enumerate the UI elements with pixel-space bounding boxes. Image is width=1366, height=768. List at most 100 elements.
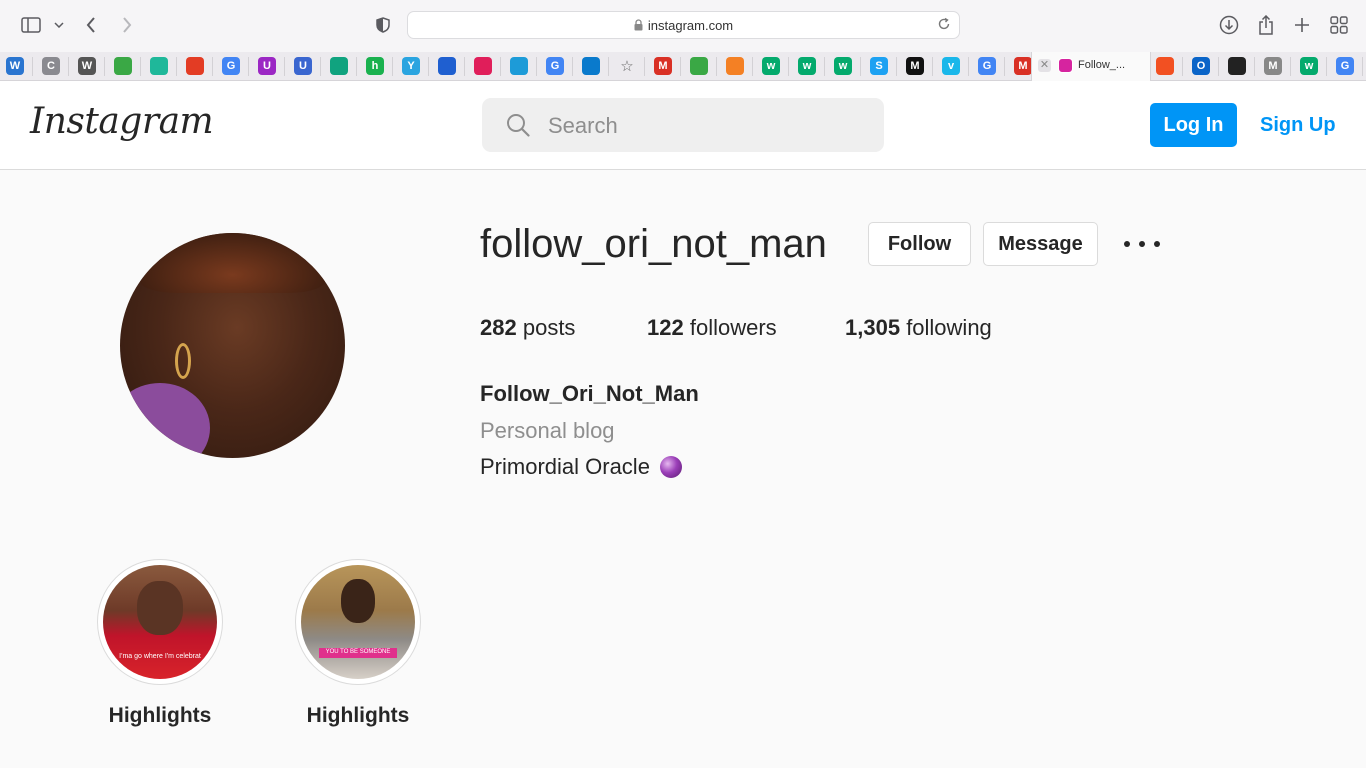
vscode-icon[interactable] [582, 57, 600, 75]
profile-avatar[interactable] [120, 233, 345, 458]
message-button[interactable]: Message [983, 222, 1098, 266]
book-icon[interactable] [690, 57, 708, 75]
slack-icon[interactable] [474, 57, 492, 75]
privacy-shield-icon[interactable] [374, 14, 392, 36]
following-count: 1,305 [845, 315, 901, 340]
avatar-shoulder [120, 383, 210, 458]
search-input[interactable]: Search [482, 98, 884, 152]
forward-icon[interactable] [118, 14, 136, 36]
close-tab-icon[interactable]: ✕ [1038, 59, 1051, 72]
favorites-separator [32, 57, 33, 76]
avatar-earring [175, 343, 191, 379]
u-square-icon[interactable]: U [294, 57, 312, 75]
google-icon[interactable]: G [1336, 57, 1354, 75]
favorites-separator [572, 57, 573, 76]
highlight-1-caption: I'ma go where I'm celebrat [119, 653, 201, 660]
highlight-2-label[interactable]: Highlights [295, 704, 421, 728]
following-stat[interactable]: 1,305 following [845, 315, 992, 341]
star-icon[interactable]: ☆ [618, 57, 636, 75]
office-icon[interactable] [186, 57, 204, 75]
active-tab-title: Follow_... [1078, 59, 1126, 71]
crystal-ball-icon [659, 456, 682, 478]
stackoverflow-icon[interactable] [726, 57, 744, 75]
share-icon[interactable] [1255, 14, 1277, 36]
follow-button[interactable]: Follow [868, 222, 971, 266]
microsoft-icon[interactable] [1156, 57, 1174, 75]
favorites-separator [1254, 57, 1255, 76]
favorites-separator [644, 57, 645, 76]
profile-username: follow_ori_not_man [480, 222, 827, 266]
w3schools-icon[interactable]: w [762, 57, 780, 75]
highlight-2[interactable]: YOU TO BE SOMEONE [295, 559, 421, 685]
favorites-separator [428, 57, 429, 76]
google-icon[interactable]: G [546, 57, 564, 75]
favorites-separator [1326, 57, 1327, 76]
favorites-separator [824, 57, 825, 76]
s-square-icon[interactable]: S [870, 57, 888, 75]
highlight-1-label[interactable]: Highlights [97, 704, 223, 728]
wordpress-icon[interactable]: W [6, 57, 24, 75]
favorites-separator [248, 57, 249, 76]
favorites-separator [104, 57, 105, 76]
favorites-separator [716, 57, 717, 76]
more-options-icon[interactable] [1124, 232, 1160, 256]
favorites-separator [896, 57, 897, 76]
profile-full-name: Follow_Ori_Not_Man [480, 381, 699, 406]
search-placeholder: Search [548, 113, 618, 138]
w-shield-icon[interactable]: W [78, 57, 96, 75]
google-icon[interactable]: G [978, 57, 996, 75]
active-tab[interactable]: ✕ Follow_... [1031, 52, 1151, 81]
download-icon[interactable] [1218, 14, 1240, 36]
openai-icon[interactable] [330, 57, 348, 75]
highlight-1[interactable]: I'ma go where I'm celebrat [97, 559, 223, 685]
followers-stat[interactable]: 122 followers [647, 315, 777, 341]
followers-count: 122 [647, 315, 684, 340]
vimeo-icon[interactable]: v [942, 57, 960, 75]
sidebar-toggle-icon[interactable] [20, 14, 42, 36]
c-icon[interactable]: C [42, 57, 60, 75]
favorites-separator [1182, 57, 1183, 76]
favorites-separator [932, 57, 933, 76]
url-text: instagram.com [647, 17, 734, 33]
posts-count: 282 [480, 315, 517, 340]
chevron-down-icon[interactable] [52, 14, 66, 36]
github-icon[interactable] [1228, 57, 1246, 75]
w3schools-icon[interactable]: w [1300, 57, 1318, 75]
w3schools-icon[interactable]: w [798, 57, 816, 75]
pentagon-icon[interactable] [150, 57, 168, 75]
y-arrow-icon[interactable]: Y [402, 57, 420, 75]
outlook-icon[interactable]: O [1192, 57, 1210, 75]
favorites-separator [536, 57, 537, 76]
tab-overview-icon[interactable] [1328, 14, 1350, 36]
address-bar[interactable]: instagram.com [407, 11, 960, 39]
login-button[interactable]: Log In [1150, 103, 1237, 147]
w3schools-icon[interactable]: w [834, 57, 852, 75]
favorites-separator [1362, 57, 1363, 76]
favorites-separator [500, 57, 501, 76]
highlight-2-thumbnail: YOU TO BE SOMEONE [301, 565, 415, 679]
google-icon[interactable]: G [222, 57, 240, 75]
posts-stat: 282 posts [480, 315, 575, 341]
favorites-separator [356, 57, 357, 76]
book-icon[interactable] [114, 57, 132, 75]
favorites-separator [1004, 57, 1005, 76]
new-tab-icon[interactable] [1291, 14, 1313, 36]
gmail-icon[interactable]: M [1014, 57, 1032, 75]
favorites-separator [140, 57, 141, 76]
signup-link[interactable]: Sign Up [1260, 114, 1336, 137]
m-square-icon[interactable]: M [1264, 57, 1282, 75]
cloud-icon[interactable] [510, 57, 528, 75]
bio-text: Primordial Oracle [480, 454, 650, 479]
gmail-icon[interactable]: M [654, 57, 672, 75]
reload-icon[interactable] [937, 17, 951, 31]
instagram-logo[interactable]: Instagram [30, 101, 214, 142]
medium-icon[interactable]: M [906, 57, 924, 75]
profile-category: Personal blog [480, 418, 615, 443]
u-circle-icon[interactable]: U [258, 57, 276, 75]
h-circle-icon[interactable]: h [366, 57, 384, 75]
back-icon[interactable] [82, 14, 100, 36]
favorites-separator [1218, 57, 1219, 76]
favorites-separator [392, 57, 393, 76]
grid-icon[interactable] [438, 57, 456, 75]
highlight-2-caption: YOU TO BE SOMEONE [325, 649, 391, 655]
